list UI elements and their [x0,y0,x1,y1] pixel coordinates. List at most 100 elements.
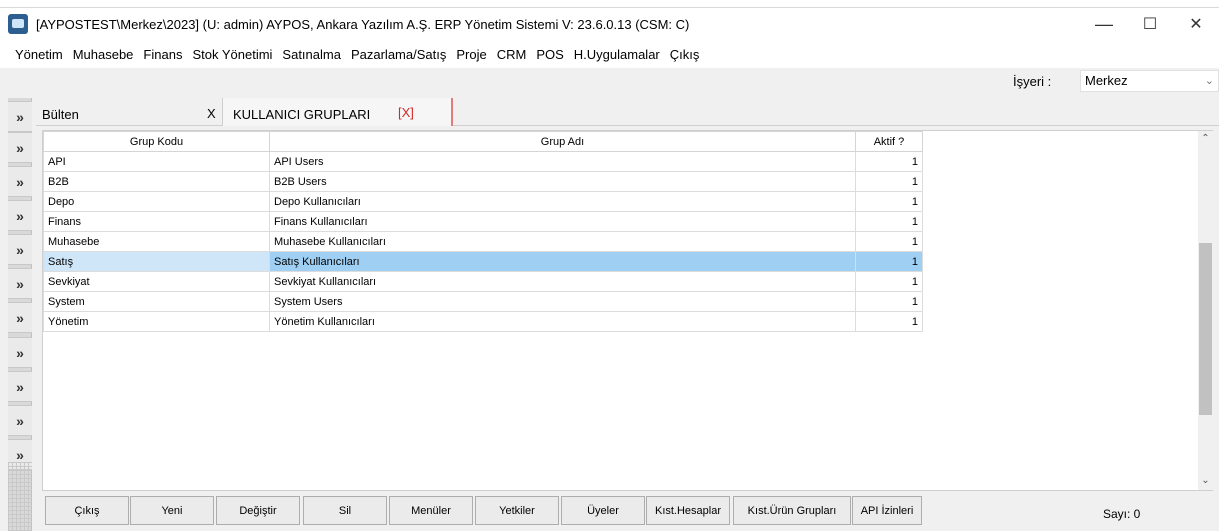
left-strip-expand-button[interactable]: » [8,166,32,197]
tab-kullanici-gruplari[interactable]: KULLANICI GRUPLARI [X] [222,98,453,126]
yetkiler-button[interactable]: Yetkiler [475,496,559,525]
close-window-button[interactable]: ✕ [1173,8,1219,40]
cell-grup-kodu: Satış [43,251,270,272]
left-strip-expand-button[interactable]: » [8,268,32,299]
table-row-selected[interactable]: Satış Satış Kullanıcıları 1 [43,251,923,272]
cell-aktif: 1 [855,151,923,172]
left-strip-expand-button[interactable]: » [8,101,32,132]
scroll-down-icon[interactable]: ⌄ [1198,475,1213,486]
maximize-button[interactable]: ☐ [1127,8,1173,40]
cell-grup-kodu: Muhasebe [43,231,270,252]
kist-urun-gruplari-button[interactable]: Kıst.Ürün Grupları [733,496,851,525]
cell-aktif: 1 [855,271,923,292]
cell-grup-adi: Muhasebe Kullanıcıları [269,231,856,252]
cell-aktif: 1 [855,211,923,232]
cell-grup-kodu: Sevkiyat [43,271,270,292]
workplace-value: Merkez [1085,73,1128,88]
menu-stok-yonetimi[interactable]: Stok Yönetimi [187,47,277,62]
cell-grup-adi: Finans Kullanıcıları [269,211,856,232]
workplace-bar: İşyeri : Merkez ⌄ [0,68,1219,95]
yeni-button[interactable]: Yeni [130,496,214,525]
cell-aktif: 1 [855,231,923,252]
menu-pos[interactable]: POS [531,47,568,62]
column-header-aktif[interactable]: Aktif ? [855,131,923,152]
cell-aktif: 1 [855,291,923,312]
menu-proje[interactable]: Proje [451,47,491,62]
menu-cikis[interactable]: Çıkış [665,47,705,62]
cell-grup-adi: Depo Kullanıcıları [269,191,856,212]
uyeler-button[interactable]: Üyeler [561,496,645,525]
vertical-scrollbar[interactable]: ⌃ ⌄ [1198,131,1213,490]
user-groups-grid: Grup Kodu Grup Adı Aktif ? API API Users… [42,130,1213,491]
action-button-bar: Çıkış Yeni Değiştir Sil Menüler Yetkiler… [36,492,1219,531]
cell-grup-kodu: API [43,151,270,172]
record-count: Sayı: 0 [1103,507,1141,521]
cell-aktif: 1 [855,251,923,272]
scroll-up-icon[interactable]: ⌃ [1198,133,1213,144]
cell-grup-kodu: Yönetim [43,311,270,332]
cell-grup-adi: Yönetim Kullanıcıları [269,311,856,332]
scrollbar-thumb[interactable] [1199,243,1212,415]
workplace-select[interactable]: Merkez ⌄ [1080,70,1219,92]
api-izinleri-button[interactable]: API İzinleri [852,496,922,525]
degistir-button[interactable]: Değiştir [216,496,300,525]
left-strip-expand-button[interactable]: » [8,302,32,333]
menuler-button[interactable]: Menüler [389,496,473,525]
table-row[interactable]: B2B B2B Users 1 [43,171,923,192]
left-nav-strip: » » » » » » » » » » » [8,98,32,531]
cell-grup-kodu: Depo [43,191,270,212]
cell-grup-kodu: Finans [43,211,270,232]
left-strip-pattern [8,462,32,531]
cell-grup-adi: API Users [269,151,856,172]
cell-grup-adi: System Users [269,291,856,312]
table-row[interactable]: Sevkiyat Sevkiyat Kullanıcıları 1 [43,271,923,292]
table-row[interactable]: API API Users 1 [43,151,923,172]
menu-bar: Yönetim Muhasebe Finans Stok Yönetimi Sa… [0,40,1219,68]
table-row[interactable]: Muhasebe Muhasebe Kullanıcıları 1 [43,231,923,252]
minimize-button[interactable]: — [1081,8,1127,40]
menu-pazarlama-satis[interactable]: Pazarlama/Satış [346,47,451,62]
left-strip-expand-button[interactable]: » [8,337,32,368]
workplace-label: İşyeri : [1013,74,1052,89]
tab-kullanici-gruplari-close-button[interactable]: [X] [398,105,414,120]
menu-satinalma[interactable]: Satınalma [277,47,346,62]
tab-bar: Bülten X KULLANICI GRUPLARI [X] [36,98,1219,126]
cell-grup-kodu: System [43,291,270,312]
left-strip-expand-button[interactable]: » [8,371,32,402]
tab-kullanici-gruplari-label: KULLANICI GRUPLARI [233,107,371,122]
cell-grup-adi: Satış Kullanıcıları [269,251,856,272]
cell-aktif: 1 [855,191,923,212]
top-strip [0,0,1219,8]
left-strip-expand-button[interactable]: » [8,234,32,265]
table-row[interactable]: System System Users 1 [43,291,923,312]
cell-aktif: 1 [855,311,923,332]
cell-grup-adi: Sevkiyat Kullanıcıları [269,271,856,292]
menu-crm[interactable]: CRM [492,47,532,62]
title-bar: [AYPOSTEST\Merkez\2023] (U: admin) AYPOS… [0,8,1219,40]
cell-grup-adi: B2B Users [269,171,856,192]
table-row[interactable]: Depo Depo Kullanıcıları 1 [43,191,923,212]
cell-aktif: 1 [855,171,923,192]
window-title: [AYPOSTEST\Merkez\2023] (U: admin) AYPOS… [36,16,690,32]
app-icon [8,14,28,34]
table-header-row: Grup Kodu Grup Adı Aktif ? [43,131,923,152]
table-row[interactable]: Finans Finans Kullanıcıları 1 [43,211,923,232]
tab-bulten[interactable]: Bülten [42,107,79,122]
column-header-grup-kodu[interactable]: Grup Kodu [43,131,270,152]
menu-yonetim[interactable]: Yönetim [10,47,68,62]
column-header-grup-adi[interactable]: Grup Adı [269,131,856,152]
menu-muhasebe[interactable]: Muhasebe [68,47,139,62]
cell-grup-kodu: B2B [43,171,270,192]
cikis-button[interactable]: Çıkış [45,496,129,525]
chevron-down-icon: ⌄ [1204,75,1214,87]
menu-h-uygulamalar[interactable]: H.Uygulamalar [569,47,665,62]
left-strip-expand-button[interactable]: » [8,132,32,163]
table-row[interactable]: Yönetim Yönetim Kullanıcıları 1 [43,311,923,332]
kist-hesaplar-button[interactable]: Kıst.Hesaplar [646,496,730,525]
tab-bulten-close-button[interactable]: X [207,106,216,121]
left-strip-expand-button[interactable]: » [8,200,32,231]
left-strip-expand-button[interactable]: » [8,405,32,436]
user-groups-table: Grup Kodu Grup Adı Aktif ? API API Users… [43,131,923,332]
menu-finans[interactable]: Finans [138,47,187,62]
sil-button[interactable]: Sil [303,496,387,525]
